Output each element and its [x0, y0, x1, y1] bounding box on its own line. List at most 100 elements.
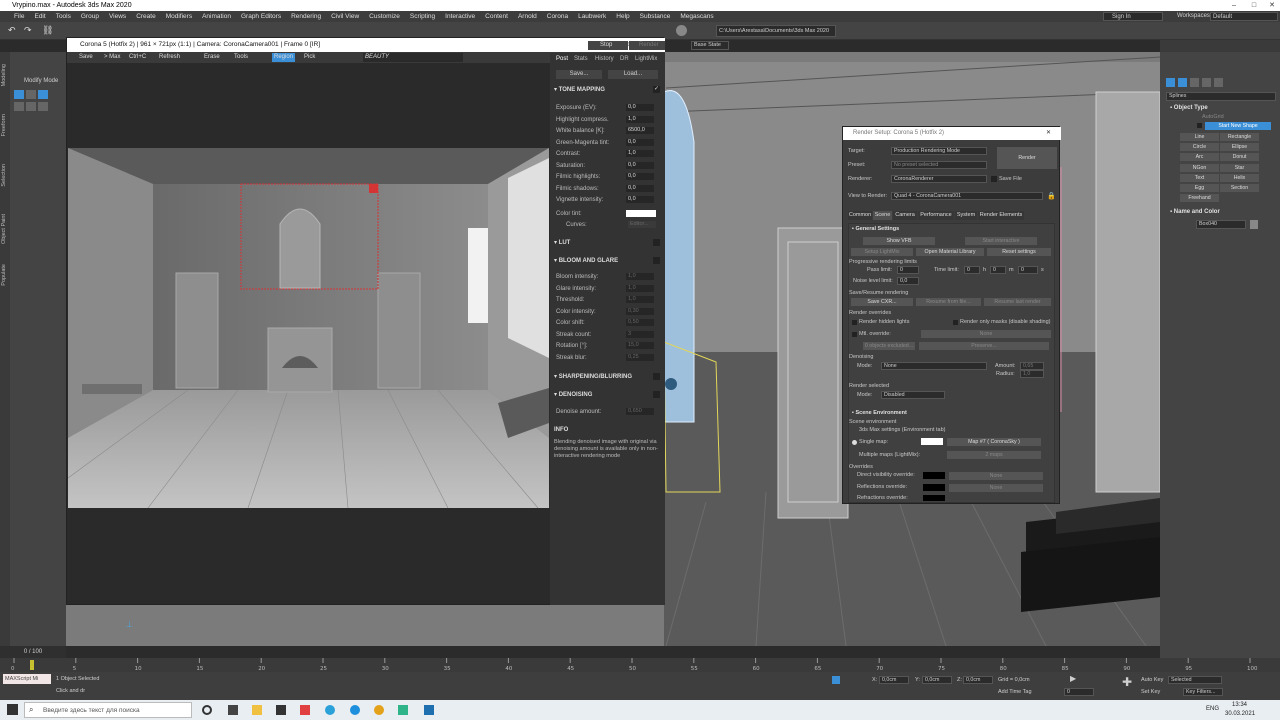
time-minutes-field[interactable]: 0	[990, 266, 1006, 274]
vfb-toolbar-button[interactable]: Tools	[232, 53, 250, 62]
current-frame-field[interactable]: 0	[1064, 688, 1094, 696]
menu-item[interactable]: Civil View	[331, 13, 359, 20]
taskbar-search-box[interactable]: ⌕ Введите здесь текст для поиска	[24, 702, 192, 718]
maximize-icon[interactable]: □	[1246, 0, 1262, 11]
menu-item[interactable]: Rendering	[291, 13, 321, 20]
file-explorer-icon[interactable]	[252, 705, 262, 715]
menu-item[interactable]: Group	[81, 13, 99, 20]
denoise-amount-rs-field[interactable]: 0,65	[1020, 362, 1044, 370]
param-field[interactable]: 1,0	[626, 284, 654, 292]
object-type-button[interactable]: Star	[1220, 163, 1259, 172]
object-type-button[interactable]: Ellipse	[1220, 143, 1259, 152]
menu-item[interactable]: Tools	[56, 13, 71, 20]
lights-icon[interactable]	[1190, 78, 1199, 87]
param-field[interactable]: 0,30	[626, 307, 654, 315]
base-state-dropdown[interactable]: Base State	[691, 41, 729, 50]
object-type-button[interactable]: Section	[1220, 184, 1259, 192]
vfb-toolbar-button[interactable]: > Max	[102, 53, 123, 62]
environment-map-button[interactable]: Map #7 ( CoronaSky )	[947, 438, 1041, 446]
param-field[interactable]: 15,0	[626, 342, 654, 349]
select-element-icon[interactable]	[26, 102, 36, 111]
target-dropdown[interactable]: Production Rendering Mode	[891, 147, 987, 155]
name-color-header[interactable]: ▪ Name and Color	[1170, 209, 1220, 215]
render-setup-tab[interactable]: System	[955, 211, 977, 220]
menu-item[interactable]: File	[14, 13, 24, 20]
save-cxr-button[interactable]: Save CXR...	[851, 298, 913, 306]
param-field[interactable]: 1,0	[626, 296, 654, 303]
denoise-amount-field[interactable]: 0,650	[626, 408, 654, 415]
render-selected-dropdown[interactable]: Disabled	[881, 391, 945, 399]
object-type-button[interactable]: Freehand	[1180, 194, 1219, 203]
param-field[interactable]: 3	[626, 330, 654, 338]
object-type-button[interactable]: NGon	[1180, 163, 1219, 172]
single-map-color-swatch[interactable]	[921, 438, 943, 445]
reflections-swatch[interactable]	[923, 484, 945, 491]
menu-item[interactable]: Content	[485, 13, 508, 20]
menu-item[interactable]: Modifiers	[166, 13, 192, 20]
vfb-toolbar-button[interactable]: Erase	[202, 53, 222, 62]
vfb-save-button[interactable]: Save...	[556, 70, 602, 79]
render-setup-tab[interactable]: Performance	[918, 211, 954, 220]
key-filters-button[interactable]: Key Filters...	[1183, 688, 1223, 696]
param-field[interactable]: 0,0	[626, 184, 654, 192]
menu-item[interactable]: Interactive	[445, 13, 475, 20]
direct-visibility-map-button[interactable]: None	[949, 472, 1043, 480]
noise-limit-field[interactable]: 0,0	[897, 277, 919, 285]
menu-item[interactable]: Scripting	[410, 13, 435, 20]
param-field[interactable]: 1,0	[626, 115, 654, 123]
preset-dropdown[interactable]: No preset selected	[891, 161, 987, 169]
vfb-tab[interactable]: History	[595, 56, 614, 62]
chrome-icon[interactable]	[374, 705, 384, 715]
object-type-button[interactable]: Egg	[1180, 184, 1219, 192]
object-color-swatch[interactable]	[1250, 220, 1258, 229]
corona-vfb-window[interactable]: Corona 5 (Hotfix 2) | 961 × 721px (1:1) …	[66, 37, 665, 605]
vfb-tab[interactable]: Stats	[574, 56, 588, 62]
tone-mapping-header[interactable]: ▾ TONE MAPPING	[554, 86, 605, 93]
setup-lightmix-button[interactable]: Setup LightMix	[851, 248, 913, 256]
select-vertex-icon[interactable]	[26, 90, 36, 99]
param-field[interactable]: 0,0	[626, 138, 654, 146]
param-field[interactable]: 0,0	[626, 104, 654, 111]
undo-icon[interactable]: ↶	[8, 25, 19, 36]
set-key-button[interactable]: Set Key	[1141, 689, 1160, 695]
mtl-override-checkbox[interactable]	[852, 332, 857, 337]
color-tint-swatch[interactable]	[626, 210, 656, 217]
show-vfb-button[interactable]: Show VFB	[863, 237, 935, 245]
time-seconds-field[interactable]: 0	[1018, 266, 1038, 274]
select-face-icon[interactable]	[14, 102, 24, 111]
lut-checkbox[interactable]	[653, 239, 660, 246]
scene-environment-header[interactable]: ▪ Scene Environment	[852, 410, 907, 416]
sharpening-header[interactable]: ▾ SHARPENING/BLURRING	[554, 373, 632, 380]
3dsmax-taskbar-icon[interactable]	[424, 705, 434, 715]
start-interactive-button[interactable]: Start interactive	[965, 237, 1037, 245]
auto-key-button[interactable]: Auto Key	[1141, 677, 1163, 683]
maxscript-taskbar-icon[interactable]	[398, 705, 408, 715]
bloom-header[interactable]: ▾ BLOOM AND GLARE	[554, 257, 618, 264]
object-type-button[interactable]: Helix	[1220, 173, 1259, 182]
resume-last-button[interactable]: Resume last render	[984, 298, 1051, 306]
vfb-toolbar-button[interactable]: Pick	[302, 53, 317, 62]
task-view-icon[interactable]	[228, 705, 238, 715]
render-teapot-icon[interactable]	[676, 25, 687, 36]
denoising-checkbox[interactable]	[653, 391, 660, 398]
pass-limit-field[interactable]: 0	[897, 266, 919, 274]
denoising-header[interactable]: ▾ DENOISING	[554, 391, 592, 398]
resume-from-file-button[interactable]: Resume from file...	[916, 298, 981, 306]
render-setup-close-icon[interactable]: ✕	[1046, 127, 1051, 140]
lut-header[interactable]: ▾ LUT	[554, 239, 570, 246]
object-type-button[interactable]: Circle	[1180, 143, 1219, 152]
select-border-icon[interactable]	[38, 102, 48, 111]
geometry-icon[interactable]	[1166, 78, 1175, 87]
vfb-tab[interactable]: DR	[620, 56, 629, 62]
render-setup-tab[interactable]: Common	[848, 211, 872, 220]
object-name-field[interactable]: Box040	[1196, 220, 1246, 229]
ribbon-tab[interactable]: Freeform	[1, 114, 7, 136]
vfb-tab[interactable]: LightMix	[635, 56, 657, 62]
key-set-dropdown[interactable]: Selected	[1168, 676, 1222, 684]
autogrid-label[interactable]: AutoGrid	[1202, 114, 1224, 120]
reset-settings-button[interactable]: Reset settings	[987, 248, 1051, 256]
max-settings-radio-label[interactable]: 3ds Max settings (Environment tab)	[859, 427, 946, 433]
ribbon-tab[interactable]: Populate	[1, 264, 7, 286]
edit-poly-icon[interactable]	[14, 90, 24, 99]
vfb-toolbar-button[interactable]: Ctrl+C	[127, 53, 148, 62]
